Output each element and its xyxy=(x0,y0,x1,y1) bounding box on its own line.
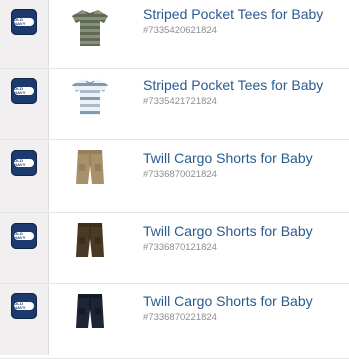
product-sku: #7336870021824 xyxy=(143,169,217,180)
old-navy-logo-icon: OLD NAVY xyxy=(11,9,37,35)
product-sku: #7336870121824 xyxy=(143,242,217,253)
brown-shorts-icon xyxy=(76,223,104,257)
blue-white-striped-tee-icon xyxy=(72,79,108,115)
product-title[interactable]: Twill Cargo Shorts for Baby xyxy=(143,293,313,309)
old-navy-logo-icon: OLD NAVY xyxy=(11,150,37,176)
khaki-shorts-icon xyxy=(76,150,104,184)
old-navy-logo-icon: OLD NAVY xyxy=(11,78,37,104)
list-item[interactable]: OLD NAVY Striped Pocket Tees for Baby #7… xyxy=(0,69,349,140)
list-item[interactable]: OLD NAVY Twill Cargo Shorts for Baby #73… xyxy=(0,140,349,213)
product-title[interactable]: Twill Cargo Shorts for Baby xyxy=(143,150,313,166)
old-navy-logo-icon: OLD NAVY xyxy=(11,293,37,319)
product-title[interactable]: Striped Pocket Tees for Baby xyxy=(143,6,323,22)
product-sku: #7335421721824 xyxy=(143,96,217,107)
product-sku: #7335420621824 xyxy=(143,25,217,36)
product-title[interactable]: Striped Pocket Tees for Baby xyxy=(143,77,323,93)
list-item[interactable]: OLD NAVY Striped Pocket Tees for Baby #7… xyxy=(0,0,349,69)
list-item[interactable]: OLD NAVY Twill Cargo Shorts for Baby #73… xyxy=(0,284,349,359)
list-item[interactable]: OLD NAVY Twill Cargo Shorts for Baby #73… xyxy=(0,213,349,284)
product-sku: #7336870221824 xyxy=(143,312,217,323)
old-navy-logo-icon: OLD NAVY xyxy=(11,223,37,249)
product-list: OLD NAVY Striped Pocket Tees for Baby #7… xyxy=(0,0,349,359)
navy-shorts-icon xyxy=(76,294,104,328)
product-title[interactable]: Twill Cargo Shorts for Baby xyxy=(143,223,313,239)
gray-green-striped-tee-icon xyxy=(72,10,108,46)
